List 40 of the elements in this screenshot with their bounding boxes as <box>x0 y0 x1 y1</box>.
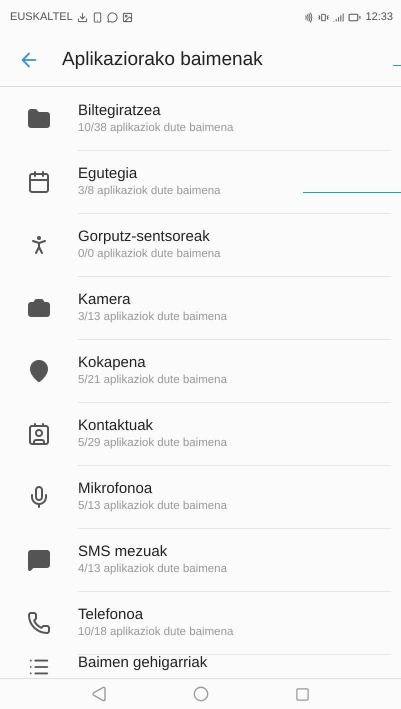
phone-icon <box>92 12 103 22</box>
permission-count: 5/13 aplikaziok dute baimena <box>78 500 227 512</box>
permission-count: 5/21 aplikaziok dute baimena <box>78 374 227 386</box>
permission-count: 10/38 aplikaziok dute baimena <box>78 122 234 134</box>
permission-icon <box>27 548 51 572</box>
permission-icon <box>27 106 51 130</box>
chat-icon <box>106 12 118 22</box>
permission-icon <box>27 422 51 446</box>
permission-title[interactable]: Mikrofonoa <box>78 480 152 497</box>
home-nav-button[interactable] <box>193 686 209 702</box>
permission-title[interactable]: Gorputz-sentsoreak <box>78 228 210 245</box>
clock-time: 12:33 <box>365 11 393 23</box>
permission-icon <box>27 170 51 194</box>
permission-title[interactable]: Kamera <box>78 291 131 308</box>
permission-count: 0/0 aplikaziok dute baimena <box>78 248 221 260</box>
nfc-icon <box>303 12 314 22</box>
permission-icon <box>27 610 51 634</box>
permission-title[interactable]: SMS mezuak <box>78 543 168 560</box>
permission-title[interactable]: Telefonoa <box>78 606 144 623</box>
vibrate-icon <box>318 12 330 22</box>
image-icon <box>122 12 133 22</box>
download-icon <box>76 12 88 22</box>
permission-item[interactable]: Baimen gehigarriak <box>78 654 208 671</box>
permission-icon <box>27 358 51 382</box>
permission-count: 3/8 aplikaziok dute baimena <box>78 185 221 197</box>
battery-icon <box>348 10 362 24</box>
permission-title[interactable]: Egutegia <box>78 165 138 182</box>
carrier-name: EUSKALTEL <box>10 11 73 23</box>
permission-count: 10/18 aplikaziok dute baimena <box>78 626 234 638</box>
permission-title[interactable]: Biltegiratzea <box>78 102 161 119</box>
page-title: Aplikaziorako baimenak <box>62 49 263 71</box>
signal-icon <box>333 12 344 22</box>
permission-count: 4/13 aplikaziok dute baimena <box>78 563 227 575</box>
permission-title[interactable]: Kokapena <box>78 354 146 371</box>
permission-count: 5/29 aplikaziok dute baimena <box>78 437 227 449</box>
permission-count: 3/13 aplikaziok dute baimena <box>78 311 227 323</box>
back-nav-button[interactable] <box>91 686 107 702</box>
recents-nav-button[interactable] <box>295 686 310 702</box>
permission-title[interactable]: Kontaktuak <box>78 417 154 434</box>
leader-line <box>393 65 401 66</box>
